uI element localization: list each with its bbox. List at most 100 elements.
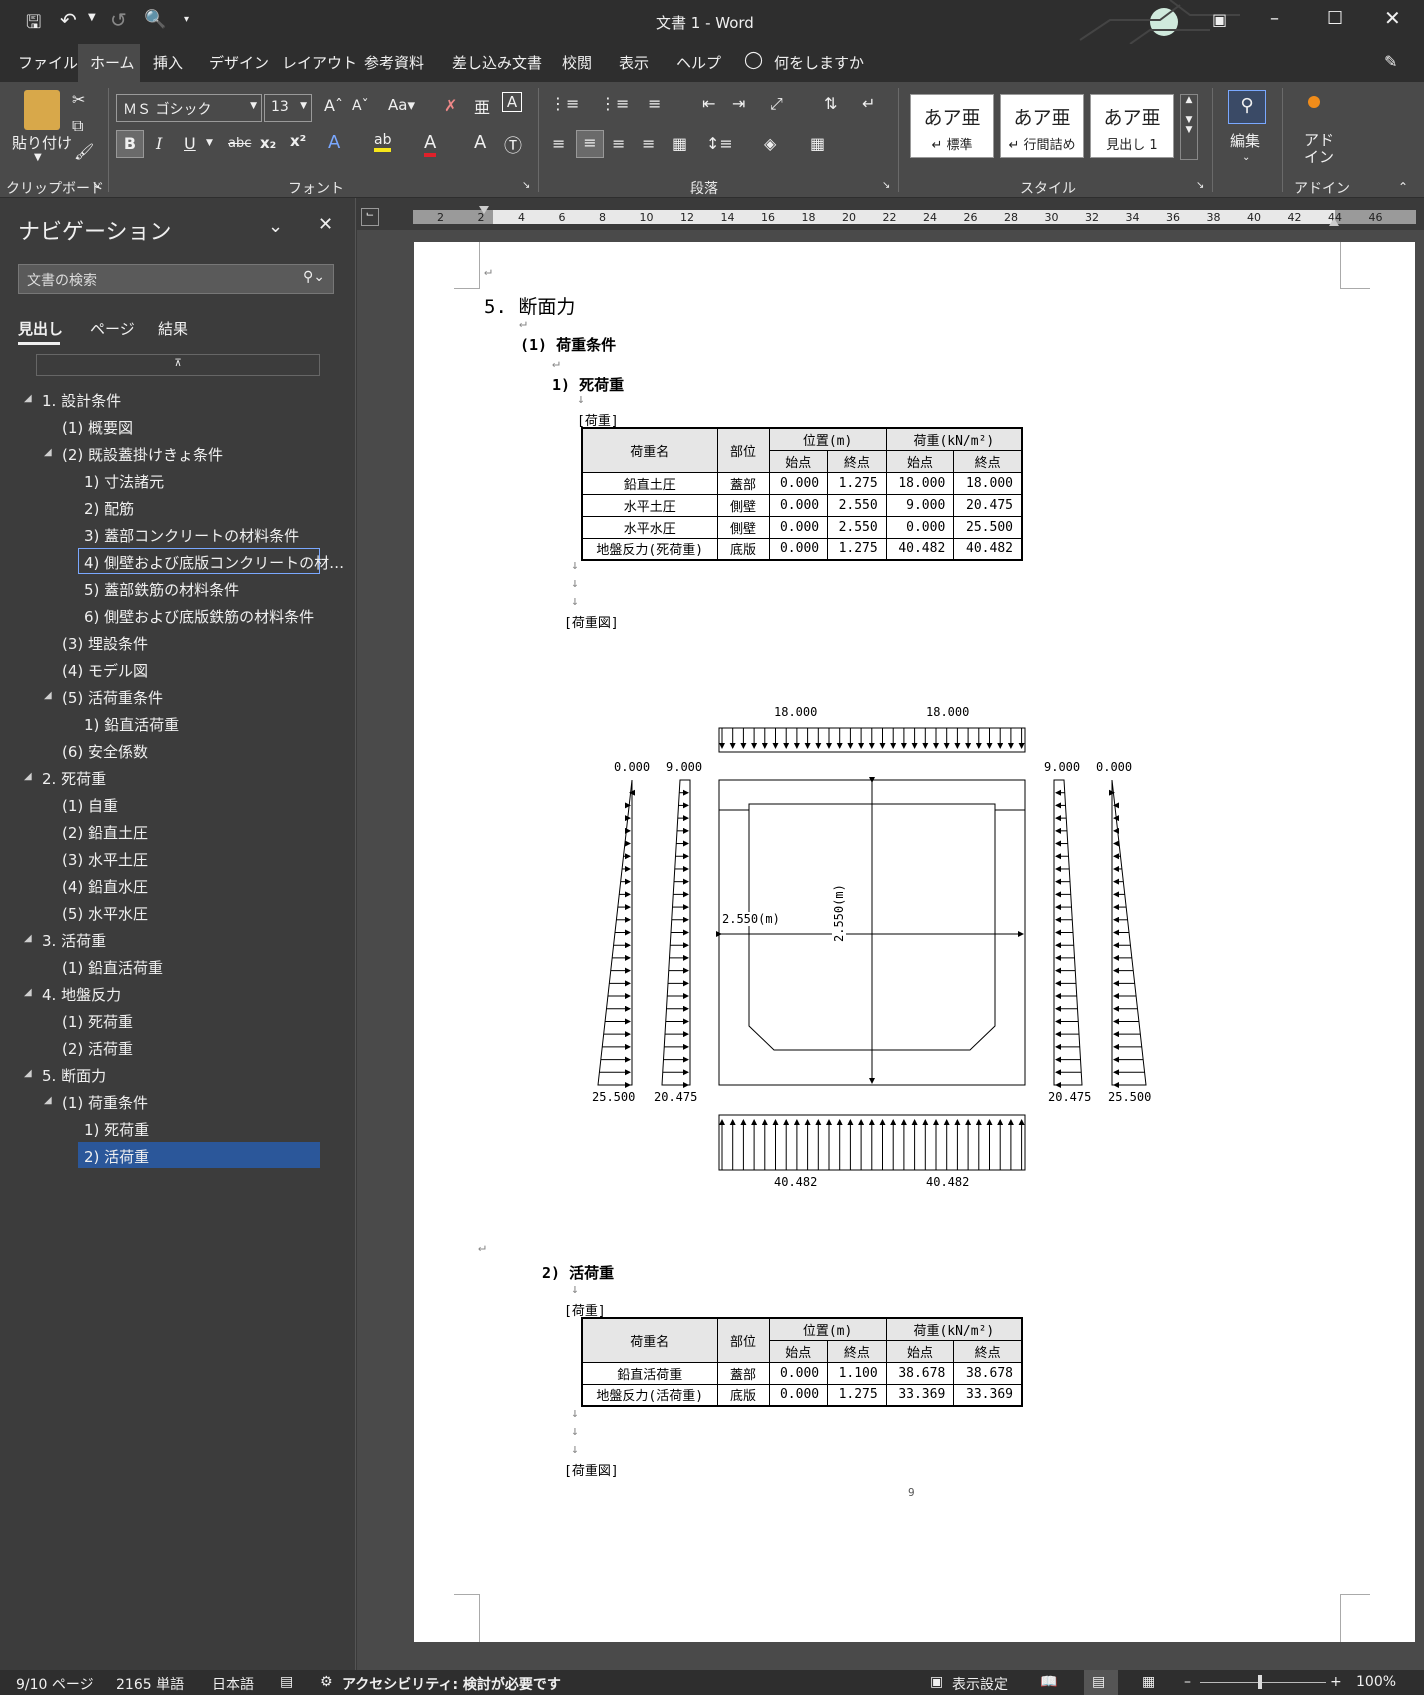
- nav-heading-item[interactable]: 3) 蓋部コンクリートの材料条件: [84, 525, 299, 546]
- font-color-icon[interactable]: A: [424, 132, 437, 157]
- tab-home[interactable]: ホーム: [90, 52, 135, 73]
- multilevel-list-icon[interactable]: ≡: [648, 94, 661, 113]
- increase-indent-icon[interactable]: ⇥: [732, 94, 745, 113]
- shading-icon[interactable]: ◈: [764, 134, 776, 153]
- expand-triangle-icon[interactable]: ◢: [24, 987, 32, 998]
- text-direction-icon[interactable]: ⤢: [770, 94, 783, 114]
- nav-heading-item[interactable]: 6) 側壁および底版鉄筋の材料条件: [84, 606, 314, 627]
- comments-icon[interactable]: ✎: [1384, 52, 1397, 71]
- tab-review[interactable]: 校閲: [562, 52, 592, 73]
- align-right-icon[interactable]: ≡: [612, 134, 625, 153]
- zoom-thumb[interactable]: [1258, 1675, 1262, 1689]
- tab-mailings[interactable]: 差し込み文書: [452, 52, 542, 73]
- expand-triangle-icon[interactable]: ◢: [44, 447, 52, 458]
- tab-file[interactable]: ファイル: [18, 52, 78, 73]
- web-layout-icon[interactable]: ▦: [1142, 1674, 1155, 1690]
- phonetic-guide-icon[interactable]: 亜: [474, 94, 490, 118]
- nav-close-icon[interactable]: ✕: [318, 214, 333, 235]
- accessibility-status[interactable]: アクセシビリティ: 検討が必要です: [342, 1674, 561, 1694]
- nav-search-input[interactable]: 文書の検索 ⚲⌄: [18, 264, 334, 294]
- clear-format-icon[interactable]: ✗: [444, 96, 457, 115]
- strikethrough-button[interactable]: abc: [228, 136, 251, 151]
- word-count[interactable]: 2165 単語: [116, 1674, 184, 1694]
- distributed-icon[interactable]: ▦: [672, 134, 687, 153]
- nav-heading-item[interactable]: 1) 寸法諸元: [84, 471, 164, 492]
- tab-view[interactable]: 表示: [619, 52, 649, 73]
- font-name-combo[interactable]: ＭＳ ゴシック ▼: [116, 94, 262, 122]
- tab-selector[interactable]: ⌙: [361, 208, 379, 226]
- tell-me-input[interactable]: 何をしますか: [774, 52, 864, 73]
- enclosed-char-icon[interactable]: Ⓣ: [504, 132, 522, 158]
- text-effects-icon[interactable]: A: [328, 132, 340, 153]
- first-line-indent[interactable]: [479, 206, 489, 214]
- display-settings[interactable]: 表示設定: [952, 1674, 1008, 1694]
- nav-heading-item[interactable]: (1) 死荷重: [62, 1011, 133, 1032]
- underline-button[interactable]: U: [184, 134, 196, 153]
- char-shading-icon[interactable]: A: [474, 132, 486, 153]
- styles-launcher-icon[interactable]: ↘: [1196, 180, 1204, 191]
- undo-icon[interactable]: ↶: [60, 8, 77, 32]
- nav-tab-headings[interactable]: 見出し: [18, 318, 63, 339]
- redo-icon[interactable]: ↺: [110, 8, 127, 32]
- tab-help[interactable]: ヘルプ: [676, 52, 721, 73]
- nav-heading-item[interactable]: (1) 自重: [62, 795, 118, 816]
- nav-options-icon[interactable]: ⌄: [268, 216, 283, 237]
- nav-heading-item[interactable]: 5. 断面力: [42, 1065, 106, 1086]
- collapse-ribbon-icon[interactable]: ⌃: [1398, 180, 1408, 194]
- expand-triangle-icon[interactable]: ◢: [44, 1095, 52, 1106]
- copy-icon[interactable]: ⧉: [72, 116, 83, 136]
- nav-heading-item[interactable]: (1) 鉛直活荷重: [62, 957, 163, 978]
- nav-heading-item[interactable]: 5) 蓋部鉄筋の材料条件: [84, 579, 239, 600]
- highlight-icon[interactable]: ab: [374, 132, 392, 152]
- minimize-icon[interactable]: –: [1270, 8, 1279, 29]
- ribbon-display-icon[interactable]: ▣: [1212, 10, 1227, 29]
- decrease-indent-icon[interactable]: ⇤: [702, 94, 715, 113]
- paste-dropdown-icon[interactable]: ▼: [34, 152, 42, 163]
- zoom-slider[interactable]: [1200, 1682, 1326, 1683]
- maximize-icon[interactable]: ☐: [1327, 8, 1343, 29]
- nav-heading-item[interactable]: (1) 概要図: [62, 417, 133, 438]
- styles-scroll[interactable]: ▲ ▼ ▼: [1180, 94, 1198, 160]
- nav-heading-item[interactable]: (3) 埋設条件: [62, 633, 148, 654]
- customize-qat-icon[interactable]: ▾: [184, 14, 189, 25]
- nav-heading-item[interactable]: (2) 鉛直土圧: [62, 822, 148, 843]
- paste-button[interactable]: 貼り付け: [12, 132, 72, 153]
- bullets-icon[interactable]: ⋮≡: [550, 94, 579, 113]
- nav-heading-item[interactable]: 2. 死荷重: [42, 768, 106, 789]
- document-page[interactable]: ↵ 5. 断面力 ↵ (1) 荷重条件 ↵ 1) 死荷重 ↓ [荷重] 荷重名部…: [414, 242, 1415, 1642]
- focus-icon[interactable]: ▣: [930, 1674, 943, 1690]
- expand-triangle-icon[interactable]: ◢: [24, 771, 32, 782]
- close-icon[interactable]: ✕: [1384, 6, 1401, 30]
- print-preview-icon[interactable]: 🔍: [144, 9, 166, 30]
- expand-triangle-icon[interactable]: ◢: [24, 1068, 32, 1079]
- nav-heading-item[interactable]: (5) 水平水圧: [62, 903, 148, 924]
- tab-insert[interactable]: 挿入: [153, 52, 183, 73]
- font-launcher-icon[interactable]: ↘: [522, 180, 530, 191]
- nav-heading-item[interactable]: (2) 活荷重: [62, 1038, 133, 1059]
- nav-heading-item[interactable]: (6) 安全係数: [62, 741, 148, 762]
- zoom-out-icon[interactable]: –: [1184, 1674, 1191, 1690]
- nav-scroll-up[interactable]: ⊼: [36, 354, 320, 376]
- nav-heading-item[interactable]: 2) 活荷重: [84, 1146, 149, 1167]
- borders-icon[interactable]: ▦: [810, 134, 825, 153]
- nav-heading-item[interactable]: 1) 鉛直活荷重: [84, 714, 179, 735]
- print-layout-icon[interactable]: ▤: [1092, 1674, 1105, 1690]
- nav-heading-item[interactable]: 1. 設計条件: [42, 390, 121, 411]
- read-mode-icon[interactable]: 📖: [1040, 1674, 1057, 1690]
- nav-heading-item[interactable]: 1) 死荷重: [84, 1119, 149, 1140]
- proofing-icon[interactable]: ▤: [280, 1674, 293, 1690]
- shrink-font-icon[interactable]: Aˇ: [352, 98, 369, 114]
- style-no-spacing[interactable]: あア亜 ↵ 行間詰め: [1000, 94, 1084, 158]
- zoom-in-icon[interactable]: +: [1330, 1674, 1342, 1690]
- nav-heading-item[interactable]: 3. 活荷重: [42, 930, 106, 951]
- language[interactable]: 日本語: [212, 1674, 254, 1694]
- superscript-button[interactable]: x²: [290, 132, 306, 150]
- tab-layout[interactable]: レイアウト: [282, 52, 357, 73]
- subscript-button[interactable]: x₂: [260, 134, 276, 152]
- align-left-icon[interactable]: ≡: [552, 134, 565, 153]
- save-icon[interactable]: 🖫: [26, 10, 41, 40]
- change-case-icon[interactable]: Aa▾: [388, 96, 415, 114]
- grow-font-icon[interactable]: Aˆ: [324, 96, 343, 115]
- right-indent[interactable]: [1329, 218, 1339, 226]
- numbering-icon[interactable]: ⋮≡: [600, 94, 629, 113]
